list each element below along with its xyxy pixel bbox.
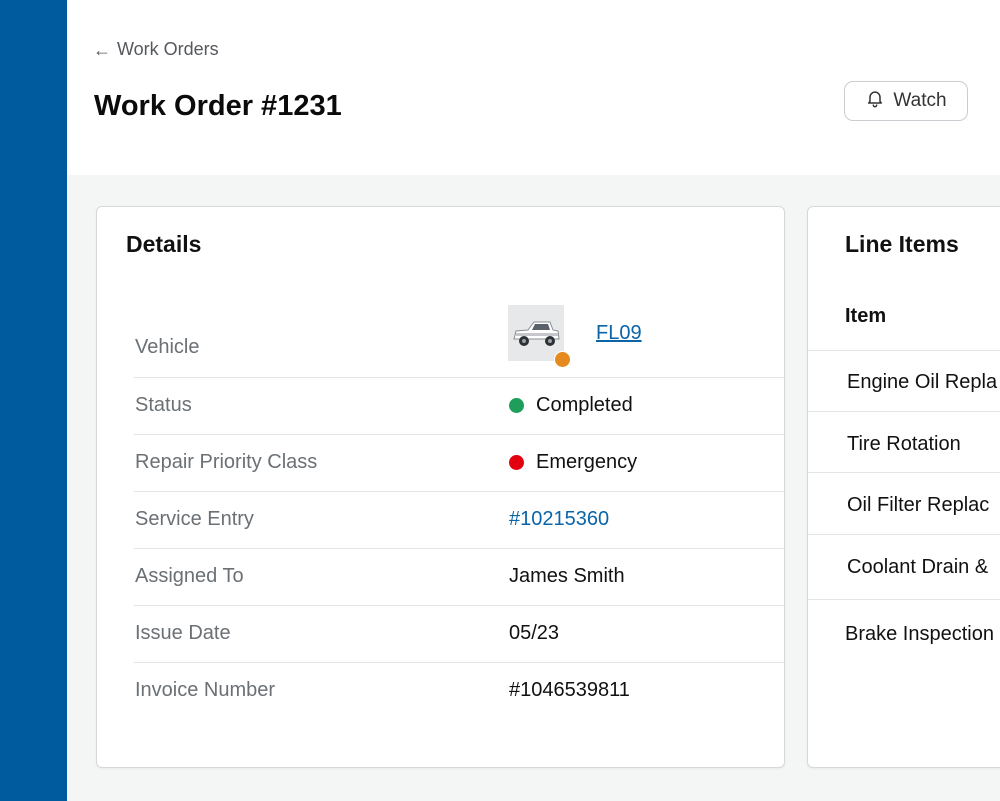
line-item-row[interactable]: Coolant Drain & [808,534,1000,600]
line-item-row[interactable]: Oil Filter Replac [808,472,1000,535]
line-item-name: Engine Oil Repla [847,371,998,393]
detail-label: Service Entry [135,508,254,530]
item-column-header[interactable]: Item [845,305,886,328]
vehicle-thumbnail[interactable] [508,305,571,368]
status-dot-icon [509,398,524,413]
vehicle-status-badge [554,351,571,368]
detail-row-priority: Repair Priority Class Emergency [134,434,784,492]
line-items-card: Line Items Item Engine Oil Repla Tire Ro… [807,206,1000,768]
detail-label: Assigned To [135,565,244,587]
status-text: Completed [536,394,633,416]
watch-button-label: Watch [893,90,947,111]
service-entry-link[interactable]: #10215360 [509,508,609,531]
detail-row-vehicle: Vehicle [134,297,784,378]
detail-row-assigned-to: Assigned To James Smith [134,548,784,606]
invoice-number-value: #1046539811 [509,679,630,701]
status-value: Completed [509,394,633,417]
details-title: Details [126,231,202,257]
priority-value: Emergency [509,451,637,474]
line-item-name: Oil Filter Replac [847,494,990,516]
detail-row-issue-date: Issue Date 05/23 [134,605,784,663]
vehicle-link[interactable]: FL09 [596,322,642,345]
watch-button[interactable]: Watch [844,81,968,121]
detail-row-status: Status Completed [134,377,784,435]
back-link[interactable]: ← Work Orders [93,39,219,60]
detail-label: Status [135,394,192,416]
details-card: Details Vehicle FL09 Status Completed Re… [96,206,785,768]
issue-date-value: 05/23 [509,622,560,644]
line-item-name: Tire Rotation [847,433,961,455]
priority-dot-icon [509,455,524,470]
bell-icon [865,88,885,114]
assigned-to-value: James Smith [509,565,625,587]
detail-label: Invoice Number [135,679,276,701]
detail-label: Repair Priority Class [135,451,318,473]
detail-label: Issue Date [135,622,231,644]
detail-row-service-entry: Service Entry #10215360 [134,491,784,549]
line-item-name: Brake Inspection [845,623,994,645]
sidebar [0,0,67,801]
line-item-row[interactable]: Tire Rotation [808,411,1000,473]
back-link-label: Work Orders [117,39,219,59]
line-items-title: Line Items [845,231,959,257]
page-title: Work Order #1231 [94,90,342,122]
line-item-row[interactable]: Engine Oil Repla [808,350,1000,412]
line-item-row[interactable]: Brake Inspection [808,599,1000,680]
priority-text: Emergency [536,451,638,473]
detail-label: Vehicle [135,336,200,358]
detail-row-invoice-number: Invoice Number #1046539811 [134,662,784,719]
arrow-left-icon: ← [93,39,111,60]
line-item-name: Coolant Drain & [847,556,989,578]
